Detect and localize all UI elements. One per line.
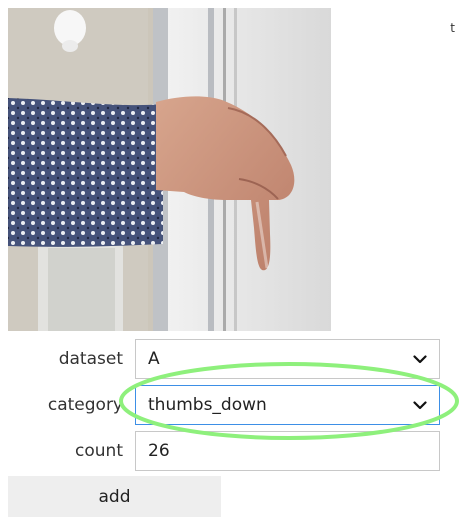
count-value: 26	[148, 441, 170, 461]
app-root: t dataset A category thumbs_down count 2…	[0, 0, 463, 521]
chevron-down-icon	[413, 352, 427, 366]
dataset-value: A	[148, 349, 160, 369]
camera-image	[8, 8, 331, 331]
category-label: category	[47, 395, 123, 415]
add-button[interactable]: add	[8, 476, 221, 517]
count-row: count 26	[0, 431, 463, 471]
category-select[interactable]: thumbs_down	[135, 385, 440, 425]
count-input[interactable]: 26	[135, 431, 440, 471]
dataset-label: dataset	[58, 349, 123, 369]
category-value: thumbs_down	[148, 395, 267, 415]
dataset-select[interactable]: A	[135, 339, 440, 379]
chevron-down-icon	[413, 398, 427, 412]
corner-mark: t	[450, 21, 455, 35]
count-label: count	[75, 441, 123, 461]
camera-preview	[8, 8, 331, 331]
category-row: category thumbs_down	[0, 385, 463, 425]
dataset-row: dataset A	[0, 339, 463, 379]
